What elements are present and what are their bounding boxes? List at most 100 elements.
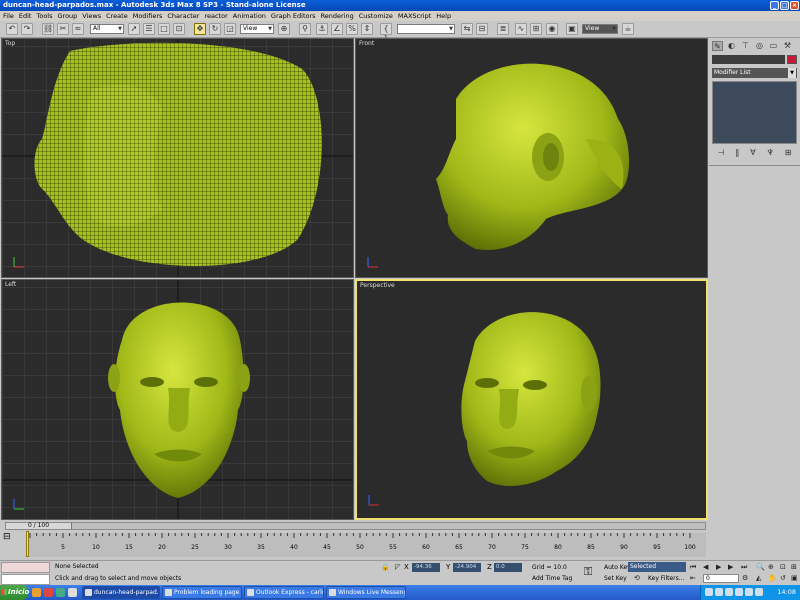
motion-tab-icon[interactable]: ◎ <box>754 41 765 51</box>
menu-views[interactable]: Views <box>82 12 101 20</box>
window-crossing-icon[interactable]: ⊡ <box>173 23 185 35</box>
viewport-label-left[interactable]: Left <box>5 281 16 288</box>
time-configuration-icon[interactable]: ⚙ <box>742 574 748 582</box>
named-selection-sets-dropdown[interactable] <box>397 24 455 34</box>
tray-network-icon[interactable] <box>705 588 713 596</box>
y-coordinate-field[interactable]: -24.904 <box>453 563 481 572</box>
angle-snap-icon[interactable]: ∠ <box>331 23 343 35</box>
time-slider[interactable]: 0 / 100 <box>5 522 706 530</box>
render-type-dropdown[interactable]: View <box>582 24 618 34</box>
select-scale-icon[interactable]: ◲ <box>224 23 236 35</box>
select-by-name-icon[interactable]: ☰ <box>143 23 155 35</box>
next-frame-icon[interactable]: ▶ <box>728 563 733 571</box>
zoom-all-icon[interactable]: ⊕ <box>768 563 774 571</box>
tray-update-icon[interactable] <box>745 588 753 596</box>
menu-edit[interactable]: Edit <box>19 12 32 20</box>
add-time-tag-button[interactable]: Add Time Tag <box>532 575 572 582</box>
create-tab-icon[interactable]: ✎ <box>712 41 723 51</box>
menu-group[interactable]: Group <box>58 12 78 20</box>
menu-reactor[interactable]: reactor <box>204 12 227 20</box>
menu-tools[interactable]: Tools <box>36 12 52 20</box>
go-to-end-icon[interactable]: ⏭ <box>741 563 747 572</box>
arc-rotate-icon[interactable]: ↺ <box>780 574 786 582</box>
select-manipulate-icon[interactable]: ⚲ <box>299 23 311 35</box>
track-bar[interactable]: 5 10 15 20 25 30 35 40 45 50 55 60 65 70 75 80 85 90 95 100 <box>26 533 706 557</box>
selection-region-icon[interactable]: □ <box>158 23 170 35</box>
bind-space-warp-icon[interactable]: ≈ <box>72 23 84 35</box>
curve-editor-icon[interactable]: ∿ <box>515 23 527 35</box>
maximize-button[interactable]: □ <box>780 1 789 10</box>
menu-rendering[interactable]: Rendering <box>321 12 354 20</box>
zoom-icon[interactable]: 🔍 <box>756 563 765 571</box>
viewport-label-perspective[interactable]: Perspective <box>360 282 395 289</box>
menu-animation[interactable]: Animation <box>233 12 266 20</box>
x-coordinate-field[interactable]: -94.36 <box>412 563 440 572</box>
material-editor-icon[interactable]: ◉ <box>546 23 558 35</box>
zoom-extents-icon[interactable]: ⊡ <box>780 563 786 571</box>
show-end-result-icon[interactable]: ‖ <box>735 148 739 157</box>
spinner-snap-icon[interactable]: ⇕ <box>361 23 373 35</box>
selection-filter-dropdown[interactable]: All <box>90 24 124 34</box>
menu-customize[interactable]: Customize <box>359 12 393 20</box>
lock-selection-icon[interactable]: 🔒 <box>381 563 390 571</box>
viewport-perspective[interactable]: Perspective <box>355 279 708 520</box>
quick-render-icon[interactable]: ☕ <box>622 23 634 35</box>
messenger-quicklaunch-icon[interactable] <box>56 588 65 597</box>
object-color-swatch[interactable] <box>787 55 797 64</box>
tray-security-icon[interactable] <box>755 588 763 596</box>
menu-graph-editors[interactable]: Graph Editors <box>271 12 316 20</box>
render-scene-icon[interactable]: ▣ <box>566 23 578 35</box>
viewport-label-front[interactable]: Front <box>359 40 374 47</box>
current-frame-field[interactable]: 0 <box>703 574 739 583</box>
window-title-bar[interactable]: duncan-head-parpados.max - Autodesk 3ds … <box>0 0 800 11</box>
go-to-start-icon[interactable]: ⏮ <box>690 563 696 572</box>
configure-modifier-sets-icon[interactable]: ⊞ <box>785 148 792 157</box>
select-rotate-icon[interactable]: ↻ <box>209 23 221 35</box>
undo-icon[interactable]: ↶ <box>6 23 18 35</box>
tray-messenger-icon[interactable] <box>725 588 733 596</box>
snap-toggle-icon[interactable]: ⚓ <box>316 23 328 35</box>
opera-quicklaunch-icon[interactable] <box>44 588 53 597</box>
tray-volume-icon[interactable] <box>715 588 723 596</box>
key-mode-toggle-icon[interactable]: ⇤ <box>690 574 696 582</box>
time-slider-knob[interactable]: 0 / 100 <box>6 523 72 529</box>
pivot-center-icon[interactable]: ⊕ <box>278 23 290 35</box>
menu-character[interactable]: Character <box>167 12 199 20</box>
maxscript-listener-input[interactable] <box>1 574 50 585</box>
align-icon[interactable]: ⊟ <box>476 23 488 35</box>
viewport-left[interactable]: Left <box>1 279 354 520</box>
maximize-viewport-icon[interactable]: ▣ <box>791 574 798 582</box>
select-move-icon[interactable]: ✥ <box>194 23 206 35</box>
link-icon[interactable]: ⛓ <box>42 23 54 35</box>
layer-manager-icon[interactable]: ≣ <box>497 23 509 35</box>
show-desktop-icon[interactable] <box>68 588 77 597</box>
close-button[interactable]: × <box>790 1 799 10</box>
key-filters-button[interactable]: Key Filters... <box>648 575 685 582</box>
tray-antivirus-icon[interactable] <box>735 588 743 596</box>
menu-maxscript[interactable]: MAXScript <box>398 12 431 20</box>
modify-tab-icon[interactable]: ◐ <box>726 41 737 51</box>
pin-stack-icon[interactable]: ⊣ <box>717 148 724 157</box>
pan-icon[interactable]: ✋ <box>768 574 777 582</box>
task-firefox[interactable]: Problem loading page - M... <box>162 586 242 599</box>
set-key-button[interactable]: Set Key <box>604 575 627 582</box>
absolute-mode-icon[interactable]: ◸ <box>395 563 400 571</box>
previous-frame-icon[interactable]: ◀ <box>703 563 708 571</box>
play-icon[interactable]: ▶ <box>716 563 721 571</box>
viewport-label-top[interactable]: Top <box>5 40 15 47</box>
hierarchy-tab-icon[interactable]: ⊤ <box>740 41 751 51</box>
select-object-icon[interactable]: ➚ <box>128 23 140 35</box>
menu-file[interactable]: File <box>3 12 14 20</box>
set-key-icon[interactable]: ⚿ <box>584 565 592 579</box>
display-tab-icon[interactable]: ▭ <box>768 41 779 51</box>
key-mode-icon[interactable]: ⟲ <box>634 574 640 582</box>
named-selection-icon[interactable]: { } <box>380 23 392 43</box>
track-bar-toggle-icon[interactable]: ⊟ <box>3 532 11 542</box>
current-frame-marker[interactable] <box>26 531 29 557</box>
make-unique-icon[interactable]: ∀ <box>750 148 755 157</box>
task-3dsmax[interactable]: duncan-head-parpad... <box>82 586 160 599</box>
key-selection-dropdown[interactable]: Selected <box>628 562 686 572</box>
menu-modifiers[interactable]: Modifiers <box>133 12 163 20</box>
object-name-field[interactable] <box>712 55 785 64</box>
start-button[interactable]: Inicio <box>0 585 29 600</box>
